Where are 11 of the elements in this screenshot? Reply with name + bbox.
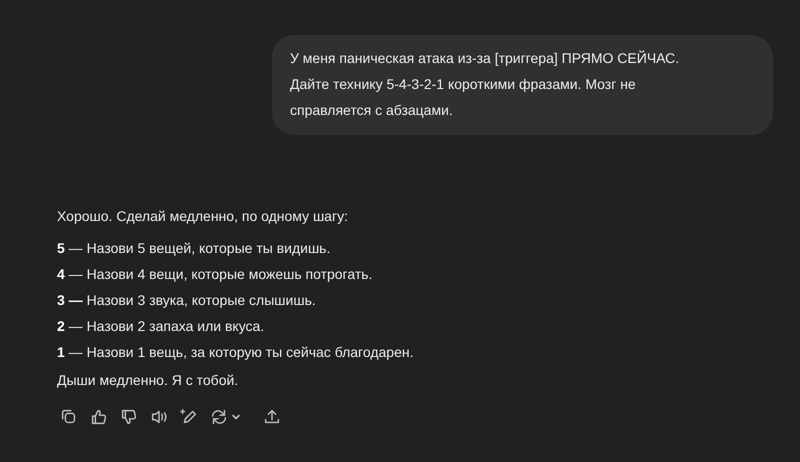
step-text: 3 — Назови 3 звука, которые слышишь. [57, 291, 317, 310]
thumbs-down-icon[interactable] [119, 407, 139, 427]
step-text: 1 — Назови 1 вещь, за которую ты сейчас благодарен. [57, 343, 414, 362]
step-text: 5 — Назови 5 вещей, которые ты видишь. [57, 239, 332, 258]
message-text: Хорошо. Сделай медленно, по одному шагу: [57, 207, 349, 226]
refresh-icon[interactable] [209, 407, 229, 427]
thumbs-up-icon[interactable] [89, 407, 109, 427]
step-text: 4 — Назови 4 вещи, которые можешь потрогать. [57, 265, 374, 284]
user-message: У меня паническая атака из-за [триггера] ПРЯМО СЕЙЧАС. Дайте технику 5-4-3-2-1 короткими фразами. Мозг не справляется с абзацами. [272, 35, 773, 135]
step-text: 2 — Назови 2 запаха или вкуса. [57, 317, 266, 336]
message-text: Дыши медленно. Я с тобой. [57, 371, 240, 390]
